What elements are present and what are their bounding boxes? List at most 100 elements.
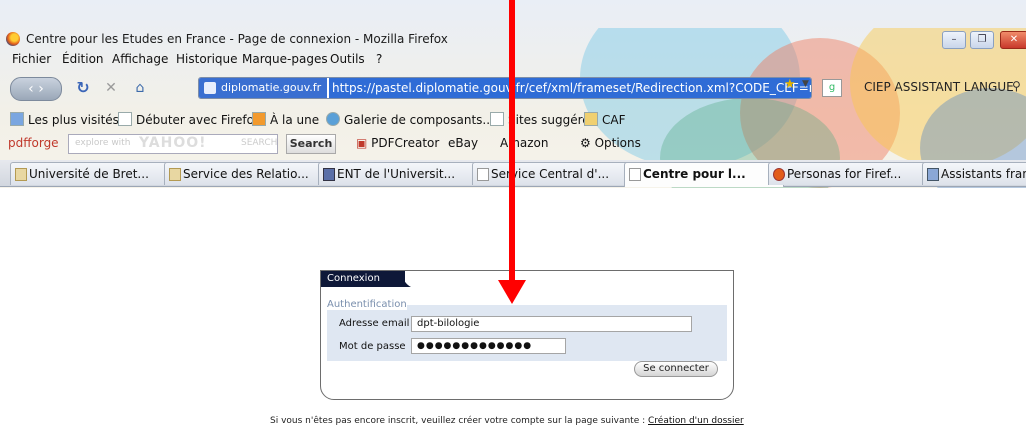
minimize-button[interactable]: – bbox=[942, 31, 966, 49]
tab-label: Centre pour l... bbox=[643, 167, 746, 181]
globe-icon bbox=[326, 112, 340, 126]
yahoo-placeholder: explore with bbox=[75, 138, 131, 148]
login-panel-title: Connexion bbox=[327, 273, 380, 284]
tab-service-central[interactable]: Service Central d'... bbox=[472, 162, 640, 185]
menu-fichier[interactable]: Fichier bbox=[12, 52, 51, 66]
menu-marque-pages[interactable]: Marque-pages bbox=[242, 52, 328, 66]
page-icon bbox=[15, 168, 27, 181]
tab-label: Service Central d'... bbox=[491, 167, 610, 181]
menu-outils[interactable]: Outils bbox=[330, 52, 365, 66]
yahoo-search-input[interactable]: explore with YAHOO! SEARCH bbox=[68, 134, 278, 154]
tab-strip: Université de Bret... Service des Relati… bbox=[0, 160, 1026, 187]
page-icon bbox=[927, 168, 939, 181]
bookmark-label: Sites suggérés bbox=[508, 113, 596, 127]
menu-historique[interactable]: Historique bbox=[176, 52, 238, 66]
firefox-icon bbox=[773, 168, 785, 181]
page-icon bbox=[629, 168, 641, 181]
gear-icon: ⚙ bbox=[580, 136, 595, 150]
bookmark-icon bbox=[10, 112, 24, 126]
pdfcreator-label: PDFCreator bbox=[371, 136, 440, 150]
page-icon bbox=[204, 82, 216, 94]
page-icon bbox=[169, 168, 181, 181]
title-bar: Centre pour les Etudes en France - Page … bbox=[0, 28, 1026, 50]
bookmark-sites-suggeres[interactable]: Sites suggérés bbox=[490, 112, 596, 127]
email-field[interactable]: dpt-bilologie bbox=[411, 316, 692, 332]
tab-universite-bret[interactable]: Université de Bret... bbox=[10, 162, 180, 185]
bookmark-les-plus-visites[interactable]: Les plus visités bbox=[10, 112, 119, 127]
password-field[interactable]: ●●●●●●●●●●●●● bbox=[411, 338, 566, 354]
bookmark-star-icon[interactable]: ★ bbox=[784, 77, 796, 92]
menu-affichage[interactable]: Affichage bbox=[112, 52, 168, 66]
tab-ent-universite[interactable]: ENT de l'Universit... bbox=[318, 162, 488, 185]
email-label: Adresse email bbox=[339, 318, 410, 329]
menu-help[interactable]: ? bbox=[376, 52, 382, 66]
url-text[interactable]: https://pastel.diplomatie.gouv.fr/cef/xm… bbox=[329, 78, 811, 98]
tab-label: Service des Relatio... bbox=[183, 167, 309, 181]
page-icon bbox=[323, 168, 335, 181]
header-tab-curve bbox=[399, 271, 411, 287]
yahoo-search-label: SEARCH bbox=[241, 138, 278, 148]
back-forward-button[interactable]: ‹ › bbox=[10, 77, 62, 101]
yahoo-logo: YAHOO! bbox=[139, 135, 207, 151]
menu-edition[interactable]: Édition bbox=[62, 52, 104, 66]
bookmark-galerie[interactable]: Galerie de composants... bbox=[326, 112, 494, 127]
bookmark-a-la-une[interactable]: À la une bbox=[252, 112, 319, 127]
url-bar[interactable]: diplomatie.gouv.fr https://pastel.diplom… bbox=[198, 77, 812, 99]
firefox-logo-icon bbox=[6, 32, 20, 46]
tab-label: ENT de l'Universit... bbox=[337, 167, 456, 181]
ebay-button[interactable]: eBay bbox=[448, 136, 478, 150]
stop-icon[interactable]: ✕ bbox=[100, 77, 122, 99]
bookmark-label: À la une bbox=[270, 113, 320, 127]
search-engine-icon[interactable]: g bbox=[822, 79, 842, 97]
login-panel-header: Connexion bbox=[321, 271, 733, 287]
folder-icon bbox=[584, 112, 598, 126]
tab-service-relations[interactable]: Service des Relatio... bbox=[164, 162, 334, 185]
site-identity-label: diplomatie.gouv.fr bbox=[221, 81, 322, 94]
bookmark-debuter[interactable]: Débuter avec Firefox bbox=[118, 112, 261, 127]
page-icon bbox=[490, 112, 504, 126]
maximize-button[interactable]: ❐ bbox=[970, 31, 994, 49]
header-notch bbox=[405, 271, 733, 287]
tab-personas[interactable]: Personas for Firef... bbox=[768, 162, 938, 185]
search-icon[interactable]: ⚲ bbox=[1012, 79, 1021, 93]
url-dropdown-icon[interactable]: ▼ bbox=[802, 79, 809, 89]
search-button[interactable]: Search bbox=[286, 134, 336, 154]
pdf-icon: ▣ bbox=[356, 136, 372, 150]
bookmark-label: Galerie de composants... bbox=[344, 113, 494, 127]
bookmark-caf[interactable]: CAF bbox=[584, 112, 626, 127]
options-button[interactable]: ⚙ Options bbox=[580, 136, 641, 150]
options-label: Options bbox=[594, 136, 641, 150]
amazon-label: Amazon bbox=[500, 136, 549, 150]
reload-icon[interactable]: ↻ bbox=[72, 77, 94, 99]
bookmark-label: CAF bbox=[602, 113, 626, 127]
menu-bar: Fichier Édition Affichage Historique Mar… bbox=[0, 51, 1026, 69]
pdfcreator-button[interactable]: ▣ PDFCreator bbox=[356, 136, 439, 150]
search-input[interactable]: CIEP ASSISTANT LANGUE bbox=[840, 77, 1026, 97]
home-icon[interactable]: ⌂ bbox=[128, 77, 152, 99]
rss-icon bbox=[252, 112, 266, 126]
password-label: Mot de passe bbox=[339, 341, 406, 352]
window-title: Centre pour les Etudes en France - Page … bbox=[26, 32, 448, 46]
bookmarks-toolbar: Les plus visités Débuter avec Firefox À … bbox=[0, 110, 1026, 130]
page-icon bbox=[118, 112, 132, 126]
connect-button[interactable]: Se connecter bbox=[634, 361, 718, 377]
tab-label: Assistants français... bbox=[941, 167, 1026, 181]
amazon-button[interactable]: Amazon bbox=[500, 136, 549, 150]
login-panel: Connexion Authentification Adresse email… bbox=[320, 270, 734, 400]
tab-label: Personas for Firef... bbox=[787, 167, 902, 181]
browser-chrome: Centre pour les Etudes en France - Page … bbox=[0, 0, 1026, 188]
tab-assistants[interactable]: Assistants français... bbox=[922, 162, 1026, 185]
ebay-label: eBay bbox=[448, 136, 479, 150]
pdfforge-logo: pdfforge bbox=[8, 136, 59, 150]
create-account-link[interactable]: Création d'un dossier bbox=[648, 416, 744, 426]
site-identity-button[interactable]: diplomatie.gouv.fr bbox=[199, 78, 328, 98]
tab-centre-pour[interactable]: Centre pour l...✕ bbox=[624, 162, 784, 187]
pdfforge-toolbar: pdfforge explore with YAHOO! SEARCH Sear… bbox=[0, 134, 1026, 154]
close-window-button[interactable]: ✕ bbox=[1000, 31, 1026, 49]
auth-legend: Authentification bbox=[327, 299, 407, 310]
navigation-bar: ‹ › ↻ ✕ ⌂ diplomatie.gouv.fr https://pas… bbox=[0, 73, 1026, 103]
register-text: Si vous n'êtes pas encore inscrit, veuil… bbox=[270, 416, 648, 426]
bookmark-label: Les plus visités bbox=[28, 113, 119, 127]
bookmark-label: Débuter avec Firefox bbox=[136, 113, 261, 127]
tab-label: Université de Bret... bbox=[29, 167, 149, 181]
